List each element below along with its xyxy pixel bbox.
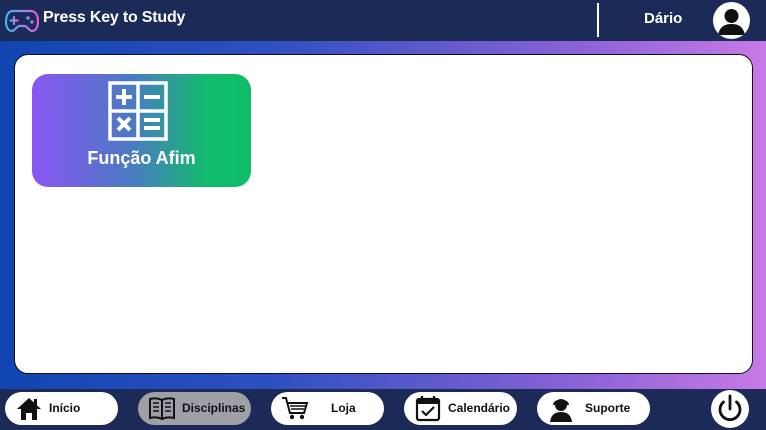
nav-suporte-button[interactable]: Suporte	[537, 392, 650, 425]
cart-icon	[282, 397, 309, 420]
user-name: Dário	[644, 10, 683, 27]
support-agent-icon	[550, 399, 572, 422]
top-header: Press Key to Study Dário	[0, 0, 766, 41]
calendar-icon	[415, 396, 441, 422]
home-icon	[17, 398, 41, 420]
nav-disciplinas-button[interactable]: Disciplinas	[138, 392, 251, 425]
subject-card-label: Função Afim	[87, 148, 196, 168]
nav-label: Calendário	[448, 401, 511, 415]
subject-card-funcao-afim[interactable]: Função Afim	[32, 74, 251, 187]
gamepad-icon	[5, 9, 39, 33]
nav-inicio-button[interactable]: Início	[5, 392, 118, 425]
power-button[interactable]	[711, 390, 749, 428]
power-icon	[718, 394, 742, 421]
nav-label: Disciplinas	[182, 401, 246, 415]
nav-label: Loja	[331, 401, 356, 415]
app-title: Press Key to Study	[43, 9, 186, 26]
math-operators-icon	[108, 81, 168, 141]
book-icon	[149, 397, 175, 421]
header-divider	[597, 3, 599, 37]
nav-loja-button[interactable]: Loja	[271, 392, 384, 425]
nav-calendario-button[interactable]: Calendário	[404, 392, 517, 425]
user-avatar-icon[interactable]	[713, 2, 750, 39]
nav-label: Suporte	[585, 401, 631, 415]
nav-label: Início	[49, 401, 81, 415]
